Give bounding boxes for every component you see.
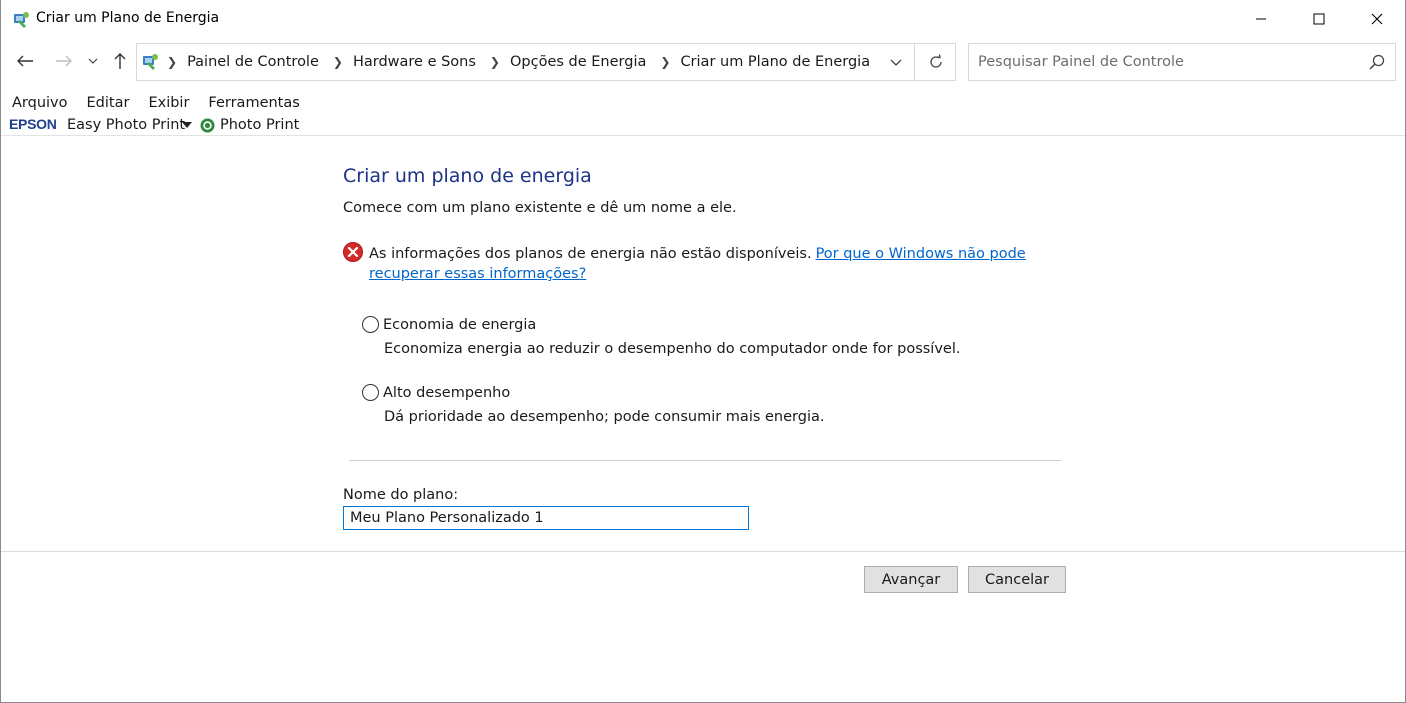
photo-print-button[interactable]: Photo Print xyxy=(220,117,299,133)
forward-button[interactable] xyxy=(53,50,75,72)
next-button[interactable]: Avançar xyxy=(864,566,958,593)
main-content: Criar um plano de energia Comece com um … xyxy=(1,137,1405,551)
breadcrumb: ❯ Painel de Controle ❯ Hardware e Sons ❯… xyxy=(167,44,884,80)
plan-option-description: Economiza energia ao reduzir o desempenh… xyxy=(384,341,961,357)
photo-print-icon xyxy=(200,118,215,133)
page-title: Criar um plano de energia xyxy=(343,165,592,187)
refresh-button[interactable] xyxy=(914,44,956,80)
up-button[interactable] xyxy=(109,50,131,72)
minimize-button[interactable] xyxy=(1232,0,1290,38)
plan-option-high-performance[interactable]: Alto desempenho xyxy=(362,384,510,401)
window-title: Criar um Plano de Energia xyxy=(36,10,220,26)
close-button[interactable] xyxy=(1348,0,1406,38)
plan-name-label: Nome do plano: xyxy=(343,487,459,503)
breadcrumb-item[interactable]: Painel de Controle xyxy=(187,54,319,70)
menu-view[interactable]: Exibir xyxy=(137,92,197,114)
error-message: As informações dos planos de energia não… xyxy=(369,244,1059,284)
control-panel-window: Criar um Plano de Energia ❯ Painel de Co… xyxy=(0,0,1406,703)
address-history-button[interactable] xyxy=(879,44,913,80)
dropdown-arrow-icon[interactable] xyxy=(182,122,192,128)
minimize-icon xyxy=(1256,18,1266,20)
error-icon xyxy=(343,242,363,262)
arrow-right-icon xyxy=(56,55,72,67)
plan-option-description: Dá prioridade ao desempenho; pode consum… xyxy=(384,409,825,425)
page-subtitle: Comece com um plano existente e dê um no… xyxy=(343,200,737,216)
breadcrumb-item[interactable]: Opções de Energia xyxy=(510,54,646,70)
arrow-left-icon xyxy=(17,55,33,67)
maximize-icon xyxy=(1313,13,1325,25)
plan-name-field[interactable] xyxy=(343,506,749,530)
cancel-button[interactable]: Cancelar xyxy=(968,566,1066,593)
chevron-right-icon: ❯ xyxy=(167,55,178,69)
menu-file[interactable]: Arquivo xyxy=(1,92,76,114)
plan-option-label[interactable]: Alto desempenho xyxy=(383,385,510,401)
radio-button[interactable] xyxy=(362,316,379,333)
close-icon xyxy=(1371,13,1383,25)
chevron-right-icon[interactable]: ❯ xyxy=(660,55,670,69)
address-bar[interactable]: ❯ Painel de Controle ❯ Hardware e Sons ❯… xyxy=(136,43,956,81)
breadcrumb-item[interactable]: Hardware e Sons xyxy=(353,54,476,70)
epson-toolbar: EPSON Easy Photo Print Photo Print xyxy=(1,115,1405,136)
radio-button[interactable] xyxy=(362,384,379,401)
menu-tools[interactable]: Ferramentas xyxy=(197,92,307,114)
menu-edit[interactable]: Editar xyxy=(76,92,138,114)
search-icon[interactable] xyxy=(1369,54,1385,70)
footer-divider xyxy=(1,551,1405,552)
recent-locations-button[interactable] xyxy=(85,50,101,72)
control-panel-icon xyxy=(14,12,29,28)
plan-option-power-saver[interactable]: Economia de energia xyxy=(362,316,536,333)
epson-logo: EPSON xyxy=(9,116,57,132)
control-panel-icon xyxy=(143,54,158,70)
search-box[interactable] xyxy=(968,43,1396,81)
navigation-bar: ❯ Painel de Controle ❯ Hardware e Sons ❯… xyxy=(1,38,1405,86)
arrow-up-icon xyxy=(114,53,126,69)
menu-bar: Arquivo Editar Exibir Ferramentas xyxy=(1,92,308,114)
refresh-icon xyxy=(929,54,942,68)
error-message-text: As informações dos planos de energia não… xyxy=(369,246,812,262)
back-button[interactable] xyxy=(14,50,36,72)
search-input[interactable] xyxy=(969,44,1359,80)
plan-option-label[interactable]: Economia de energia xyxy=(383,317,536,333)
breadcrumb-item[interactable]: Criar um Plano de Energia xyxy=(680,54,870,70)
chevron-down-icon xyxy=(88,58,98,64)
chevron-right-icon[interactable]: ❯ xyxy=(490,55,500,69)
title-bar: Criar um Plano de Energia xyxy=(1,0,1405,38)
easy-photo-print-button[interactable]: Easy Photo Print xyxy=(67,117,185,133)
divider xyxy=(349,460,1061,461)
chevron-down-icon xyxy=(890,59,902,66)
chevron-right-icon[interactable]: ❯ xyxy=(333,55,343,69)
maximize-button[interactable] xyxy=(1290,0,1348,38)
